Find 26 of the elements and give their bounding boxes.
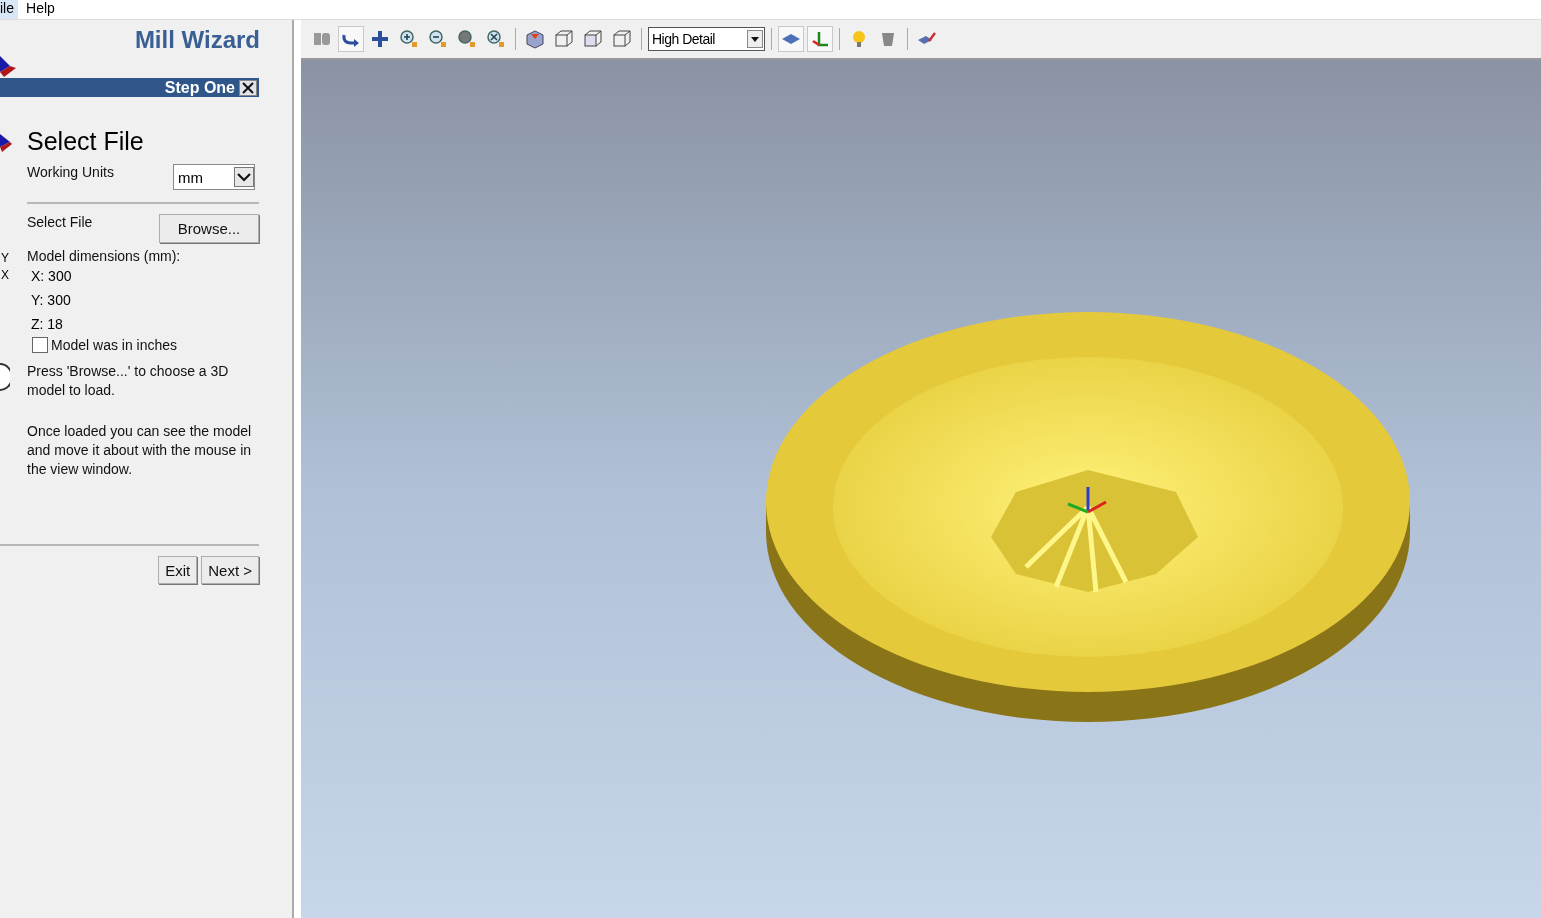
step-title: Step One	[164, 78, 235, 97]
axes-icon[interactable]	[807, 26, 833, 52]
exit-button[interactable]: Exit	[158, 556, 198, 584]
file-label: Select File	[27, 214, 93, 230]
units-label: Working Units	[27, 164, 114, 180]
menu-item[interactable]: ile	[0, 0, 18, 19]
detail-dropdown[interactable]: High Detail	[648, 27, 765, 51]
rotate-icon[interactable]	[338, 26, 364, 52]
step-heading: Select File	[27, 127, 144, 156]
axis-label: X	[0, 267, 10, 284]
next-button[interactable]: Next >	[201, 556, 259, 584]
axis-label: Y	[0, 250, 10, 267]
dimensions-title: Model dimensions (mm):	[27, 248, 181, 264]
dimension-value: Z: 18	[30, 315, 64, 334]
browse-button[interactable]: Browse...	[159, 214, 259, 243]
menu-item[interactable]: Help	[26, 0, 63, 19]
help-text: Press 'Browse...' to choose a 3D model to load.	[27, 362, 230, 400]
units-dropdown[interactable]: mm	[173, 164, 255, 190]
checkbox-label: Model was in inches	[51, 337, 178, 353]
wizard-title: Mill Wizard	[134, 26, 260, 54]
plane-icon[interactable]	[778, 26, 804, 52]
close-icon[interactable]	[239, 79, 257, 96]
dimension-value: Y: 300	[30, 291, 72, 310]
help-text: Once loaded you can see the model and move it about with the mouse in the view window.	[27, 422, 253, 479]
dimension-value: X: 300	[30, 267, 73, 286]
checkbox[interactable]	[32, 337, 48, 353]
